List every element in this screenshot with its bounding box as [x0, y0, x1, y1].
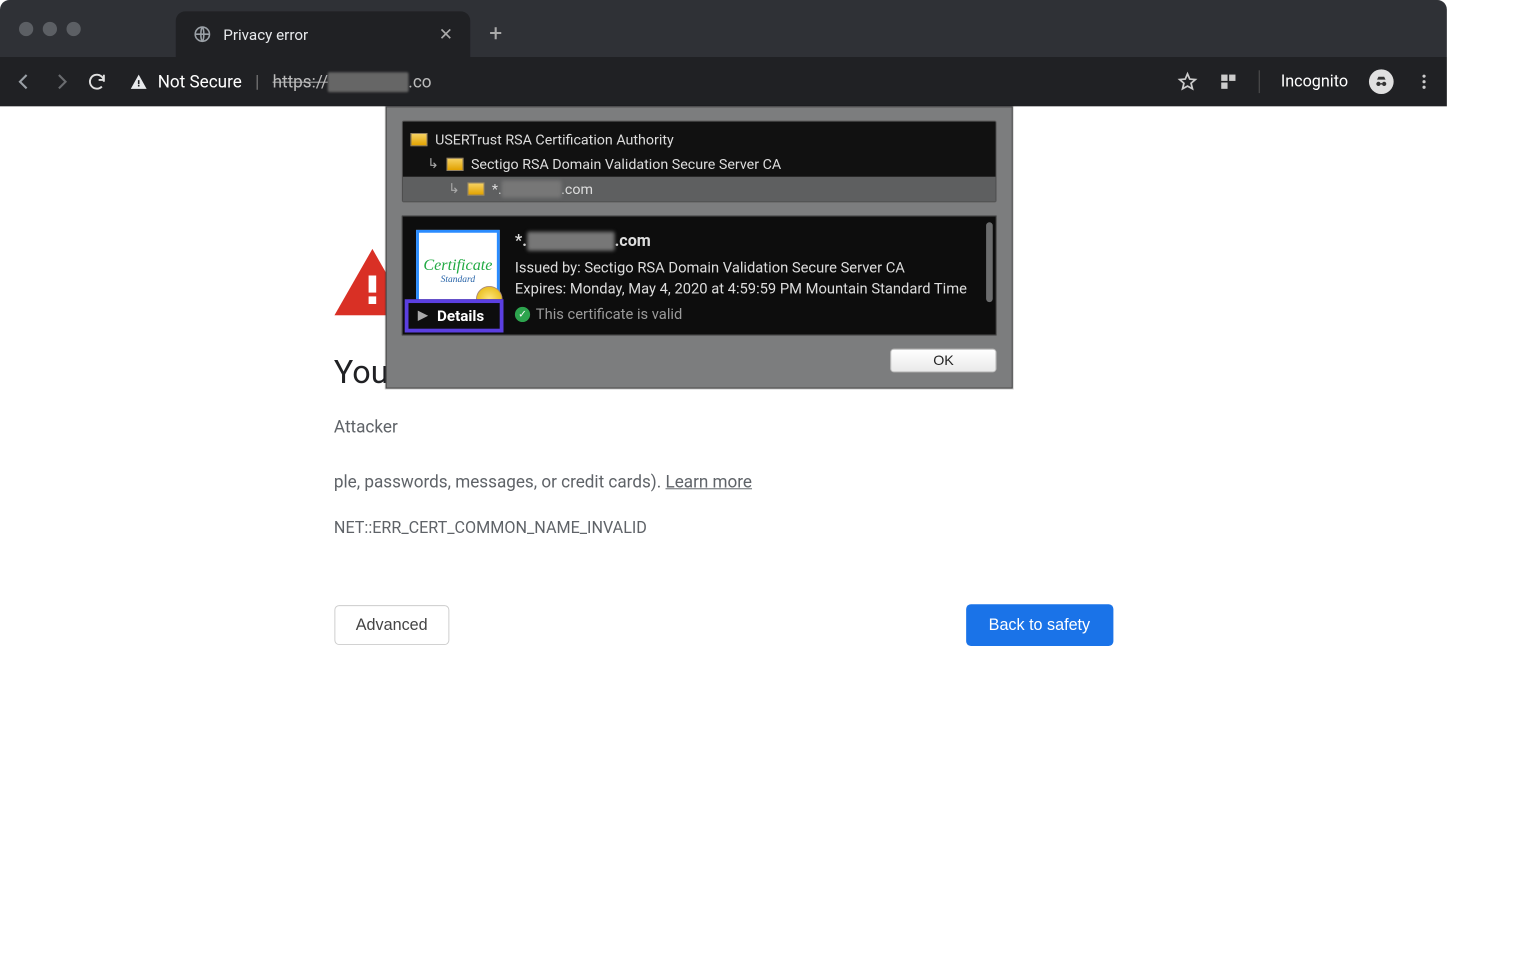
not-secure-label: Not Secure — [158, 72, 242, 92]
bookmark-star-icon[interactable] — [1177, 71, 1198, 92]
back-icon[interactable] — [13, 70, 36, 93]
incognito-icon[interactable] — [1369, 69, 1394, 94]
learn-more-link[interactable]: Learn more — [665, 472, 752, 492]
advanced-button[interactable]: Advanced — [334, 605, 450, 645]
cert-chain-row[interactable]: USERTrust RSA Certification Authority — [403, 127, 996, 152]
toolbar-separator — [1259, 70, 1260, 93]
certificate-chain-list: USERTrust RSA Certification Authority ↳ … — [402, 121, 997, 203]
incognito-label: Incognito — [1281, 72, 1348, 91]
certificate-image-icon: Certificate Standard — [416, 230, 500, 310]
tree-arrow-icon: ↳ — [428, 157, 439, 172]
back-to-safety-button[interactable]: Back to safety — [966, 604, 1113, 646]
certificate-icon — [410, 133, 427, 146]
window-traffic-lights — [19, 21, 81, 35]
warning-triangle-icon — [129, 72, 148, 91]
reload-icon[interactable] — [86, 70, 109, 93]
forward-icon[interactable] — [49, 70, 72, 93]
url-text: https://██████.co — [273, 72, 432, 92]
tab-title: Privacy error — [223, 25, 427, 43]
error-code: NET::ERR_CERT_COMMON_NAME_INVALID — [334, 518, 1113, 537]
certificate-icon — [446, 158, 463, 171]
cert-chain-row-selected[interactable]: ↳ *.████.com — [403, 177, 996, 202]
traffic-zoom-icon[interactable] — [67, 21, 81, 35]
ok-button[interactable]: OK — [890, 349, 996, 373]
address-bar[interactable]: Not Secure | https://██████.co — [122, 65, 1164, 99]
cert-chain-row[interactable]: ↳ Sectigo RSA Domain Validation Secure S… — [403, 152, 996, 177]
certificate-icon — [467, 182, 484, 195]
browser-tab[interactable]: Privacy error ✕ — [176, 11, 471, 57]
tab-close-icon[interactable]: ✕ — [439, 24, 453, 44]
certificate-detail-panel: Certificate Standard *.██████.com Issued… — [402, 216, 997, 336]
cert-domain: *.██████.com — [515, 230, 967, 253]
certificate-dialog: USERTrust RSA Certification Authority ↳ … — [386, 106, 1013, 388]
traffic-minimize-icon[interactable] — [43, 21, 57, 35]
page-body-text: Attacker — [334, 414, 1113, 440]
cert-expires: Expires: Monday, May 4, 2020 at 4:59:59 … — [515, 278, 967, 299]
cert-issued-by: Issued by: Sectigo RSA Domain Validation… — [515, 257, 967, 278]
scrollbar[interactable] — [986, 222, 993, 302]
tree-arrow-icon: ↳ — [448, 181, 459, 196]
cert-valid-status: ✓ This certificate is valid — [515, 304, 967, 325]
extension-icon[interactable] — [1219, 72, 1238, 91]
traffic-close-icon[interactable] — [19, 21, 33, 35]
omnibox-divider: | — [255, 72, 259, 92]
details-disclosure-button[interactable]: ▶ Details — [405, 299, 504, 332]
checkmark-icon: ✓ — [515, 307, 530, 322]
new-tab-button[interactable]: + — [489, 20, 502, 47]
disclosure-triangle-icon: ▶ — [418, 309, 428, 323]
globe-icon — [193, 25, 212, 44]
kebab-menu-icon[interactable] — [1415, 72, 1434, 91]
browser-toolbar: Not Secure | https://██████.co Incognito — [0, 57, 1447, 106]
page-body-text-2: ple, passwords, messages, or credit card… — [334, 469, 1113, 495]
titlebar: Privacy error ✕ + — [0, 0, 1447, 57]
